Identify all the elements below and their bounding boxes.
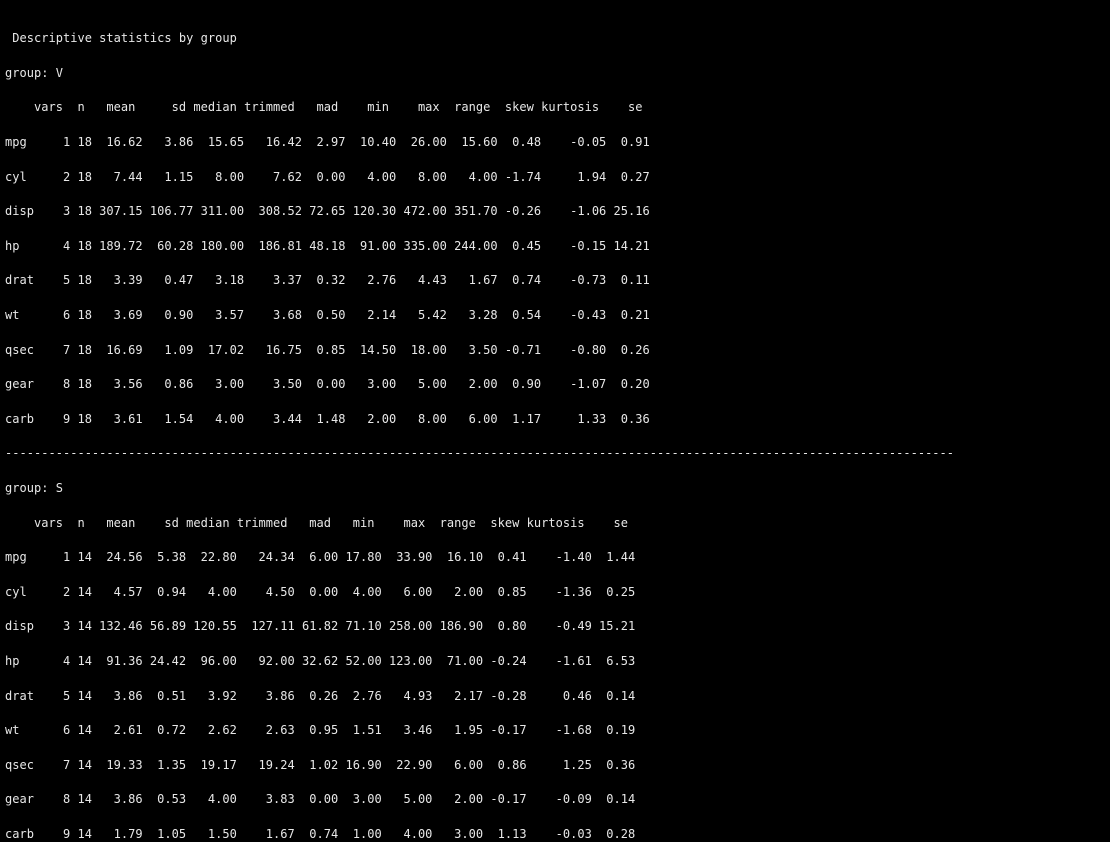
table-row: disp 3 14 132.46 56.89 120.55 127.11 61.… — [5, 619, 636, 634]
table-row: cyl 2 18 7.44 1.15 8.00 7.62 0.00 4.00 8… — [5, 169, 650, 184]
table-header: vars n mean sd median trimmed mad min ma… — [5, 100, 643, 115]
table-row: wt 6 18 3.69 0.90 3.57 3.68 0.50 2.14 5.… — [5, 308, 650, 323]
table-row: hp 4 14 91.36 24.42 96.00 92.00 32.62 52… — [5, 653, 636, 668]
group-label: group: V — [5, 65, 63, 80]
table-row: qsec 7 14 19.33 1.35 19.17 19.24 1.02 16… — [5, 757, 636, 772]
table-row: gear 8 14 3.86 0.53 4.00 3.83 0.00 3.00 … — [5, 792, 636, 807]
table-header: vars n mean sd median trimmed mad min ma… — [5, 515, 629, 530]
table-row: carb 9 14 1.79 1.05 1.50 1.67 0.74 1.00 … — [5, 826, 636, 841]
group-separator: ----------------------------------------… — [5, 446, 955, 461]
output-title: Descriptive statistics by group — [5, 31, 237, 46]
table-row: drat 5 18 3.39 0.47 3.18 3.37 0.32 2.76 … — [5, 273, 650, 288]
table-row: wt 6 14 2.61 0.72 2.62 2.63 0.95 1.51 3.… — [5, 723, 636, 738]
table-row: mpg 1 18 16.62 3.86 15.65 16.42 2.97 10.… — [5, 135, 650, 150]
table-row: carb 9 18 3.61 1.54 4.00 3.44 1.48 2.00 … — [5, 411, 650, 426]
table-row: disp 3 18 307.15 106.77 311.00 308.52 72… — [5, 204, 650, 219]
table-row: hp 4 18 189.72 60.28 180.00 186.81 48.18… — [5, 238, 650, 253]
table-row: qsec 7 18 16.69 1.09 17.02 16.75 0.85 14… — [5, 342, 650, 357]
console-output: Descriptive statistics by group group: V… — [5, 13, 954, 842]
table-row: drat 5 14 3.86 0.51 3.92 3.86 0.26 2.76 … — [5, 688, 636, 703]
table-row: mpg 1 14 24.56 5.38 22.80 24.34 6.00 17.… — [5, 550, 636, 565]
table-row: cyl 2 14 4.57 0.94 4.00 4.50 0.00 4.00 6… — [5, 584, 636, 599]
table-row: gear 8 18 3.56 0.86 3.00 3.50 0.00 3.00 … — [5, 377, 650, 392]
group-label: group: S — [5, 481, 63, 496]
